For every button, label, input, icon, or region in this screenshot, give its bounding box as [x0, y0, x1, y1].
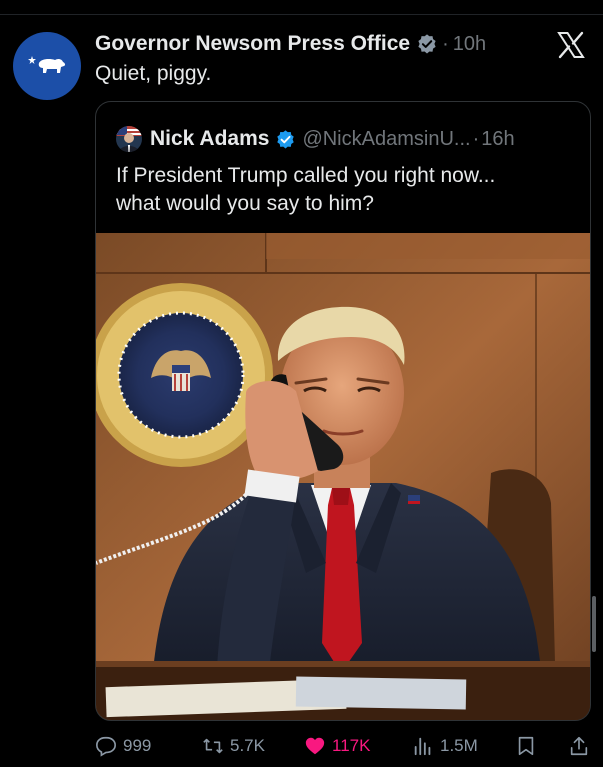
- photo-icon[interactable]: [96, 233, 590, 720]
- heart-icon: [305, 737, 325, 755]
- quoted-text-line: what would you say to him?: [116, 192, 374, 215]
- post-time[interactable]: 10h: [453, 33, 486, 56]
- divider: [0, 14, 603, 15]
- bear-icon: [28, 56, 66, 73]
- verified-badge-icon: [418, 34, 436, 54]
- x-logo-icon[interactable]: [556, 30, 586, 60]
- quoted-time[interactable]: 16h: [481, 128, 514, 151]
- reply-button[interactable]: 999: [95, 731, 151, 761]
- scrollbar-thumb[interactable]: [592, 596, 596, 652]
- person-icon: [116, 126, 142, 152]
- post-header: Governor Newsom Press Office · 10h: [95, 30, 535, 58]
- action-bar: 999 5.7K 117K 1.5M: [95, 731, 603, 761]
- quoted-avatar[interactable]: [116, 126, 142, 152]
- quoted-post-text: If President Trump called you right now.…: [116, 162, 576, 218]
- reply-icon: [96, 736, 116, 757]
- share-button[interactable]: [568, 731, 596, 761]
- quoted-post[interactable]: Nick Adams @NickAdamsinU... · 16h If Pre…: [95, 101, 591, 721]
- quoted-handle[interactable]: @NickAdamsinU...: [302, 128, 470, 151]
- analytics-icon: [414, 737, 431, 756]
- repost-icon: [203, 738, 223, 754]
- share-icon: [570, 736, 588, 756]
- quoted-author-name[interactable]: Nick Adams: [150, 127, 269, 151]
- verified-badge-icon: [277, 129, 295, 149]
- post-text: Quiet, piggy.: [95, 62, 212, 85]
- bookmark-button[interactable]: [515, 731, 543, 761]
- like-button[interactable]: 117K: [304, 731, 370, 761]
- quoted-text-line: If President Trump called you right now.…: [116, 164, 496, 187]
- author-name[interactable]: Governor Newsom Press Office: [95, 32, 410, 56]
- like-count: 117K: [332, 736, 371, 755]
- views-button[interactable]: 1.5M: [412, 731, 478, 761]
- reply-count: 999: [123, 736, 152, 755]
- quoted-post-header: Nick Adams @NickAdamsinU... · 16h: [116, 124, 586, 154]
- bookmark-icon: [518, 736, 534, 756]
- repost-count: 5.7K: [230, 736, 265, 755]
- avatar[interactable]: [13, 32, 81, 100]
- separator-dot: ·: [472, 127, 480, 150]
- repost-button[interactable]: 5.7K: [202, 731, 265, 761]
- views-count: 1.5M: [440, 736, 478, 755]
- separator-dot: ·: [442, 32, 449, 55]
